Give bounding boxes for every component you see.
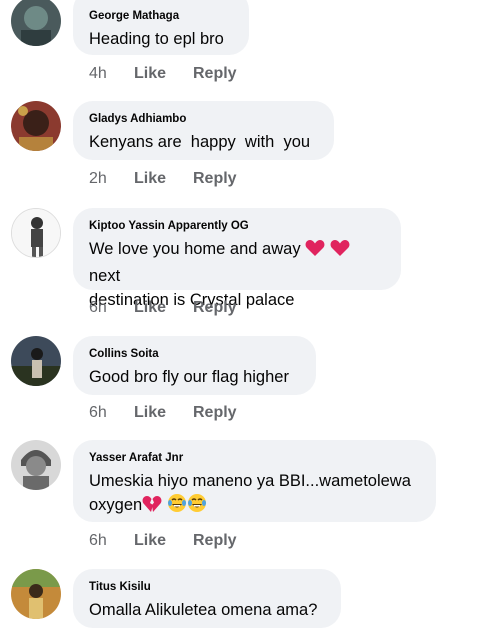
comment-actions: 6h Like Reply (89, 404, 237, 422)
comment-time[interactable]: 6h (89, 299, 134, 317)
reply-button[interactable]: Reply (193, 65, 237, 83)
avatar[interactable] (11, 569, 61, 619)
comment-bubble: George Mathaga Heading to epl bro (73, 0, 249, 55)
comment-time[interactable]: 4h (89, 65, 134, 83)
comment-time[interactable]: 6h (89, 404, 134, 422)
red-heart-icon (330, 239, 350, 264)
avatar[interactable] (11, 440, 61, 490)
comment-actions: 2h Like Reply (89, 170, 237, 188)
reply-button[interactable]: Reply (193, 299, 237, 317)
comment-text: Heading to epl bro (89, 30, 224, 48)
like-button[interactable]: Like (134, 65, 193, 83)
comment-author[interactable]: Kiptoo Yassin Apparently OG (89, 219, 385, 233)
comment-author[interactable]: Collins Soita (89, 347, 300, 361)
like-button[interactable]: Like (134, 170, 193, 188)
comment-text: Kenyans are happy with you (89, 133, 311, 151)
comment-bubble: Yasser Arafat Jnr Umeskia hiyo maneno ya… (73, 440, 436, 522)
reply-button[interactable]: Reply (193, 170, 237, 188)
avatar[interactable] (11, 101, 61, 151)
comment-time[interactable]: 6h (89, 532, 134, 550)
tears-of-joy-icon (167, 493, 187, 520)
comment-text: Umeskia hiyo maneno ya BBI...wametolewa … (89, 469, 420, 520)
avatar[interactable] (11, 0, 61, 46)
comment-bubble: Gladys Adhiambo Kenyans are happy with y… (73, 101, 334, 160)
comment-text-part: We love you home and away (89, 240, 301, 258)
like-button[interactable]: Like (134, 532, 193, 550)
comment-actions: 6h Like Reply (89, 299, 237, 317)
comment-author[interactable]: Titus Kisilu (89, 580, 325, 594)
comment-text-part: Umeskia hiyo maneno ya BBI...wametolewa (89, 472, 411, 490)
avatar[interactable] (11, 336, 61, 386)
comment-author[interactable]: George Mathaga (89, 9, 233, 23)
comment-bubble: Kiptoo Yassin Apparently OG We love you … (73, 208, 401, 309)
like-button[interactable]: Like (134, 404, 193, 422)
comment-text-part: next (89, 267, 121, 285)
comment-author[interactable]: Gladys Adhiambo (89, 112, 318, 126)
comment-bubble: Collins Soita Good bro fly our flag high… (73, 336, 316, 395)
comment-author[interactable]: Yasser Arafat Jnr (89, 451, 420, 465)
comment-actions: 4h Like Reply (89, 65, 237, 83)
comment-bubble: Titus Kisilu Omalla Alikuletea omena ama… (73, 569, 341, 628)
reply-button[interactable]: Reply (193, 404, 237, 422)
comment-time[interactable]: 2h (89, 170, 134, 188)
like-button[interactable]: Like (134, 299, 193, 317)
tears-of-joy-icon (187, 493, 207, 520)
avatar[interactable] (11, 208, 61, 258)
reply-button[interactable]: Reply (193, 532, 237, 550)
red-heart-icon (305, 239, 325, 264)
comment-text: Good bro fly our flag higher (89, 368, 289, 386)
comment-text: Omalla Alikuletea omena ama? (89, 601, 318, 619)
comment-actions: 6h Like Reply (89, 532, 237, 550)
broken-heart-icon (142, 495, 162, 520)
comment-text-part: oxygen (89, 496, 143, 514)
